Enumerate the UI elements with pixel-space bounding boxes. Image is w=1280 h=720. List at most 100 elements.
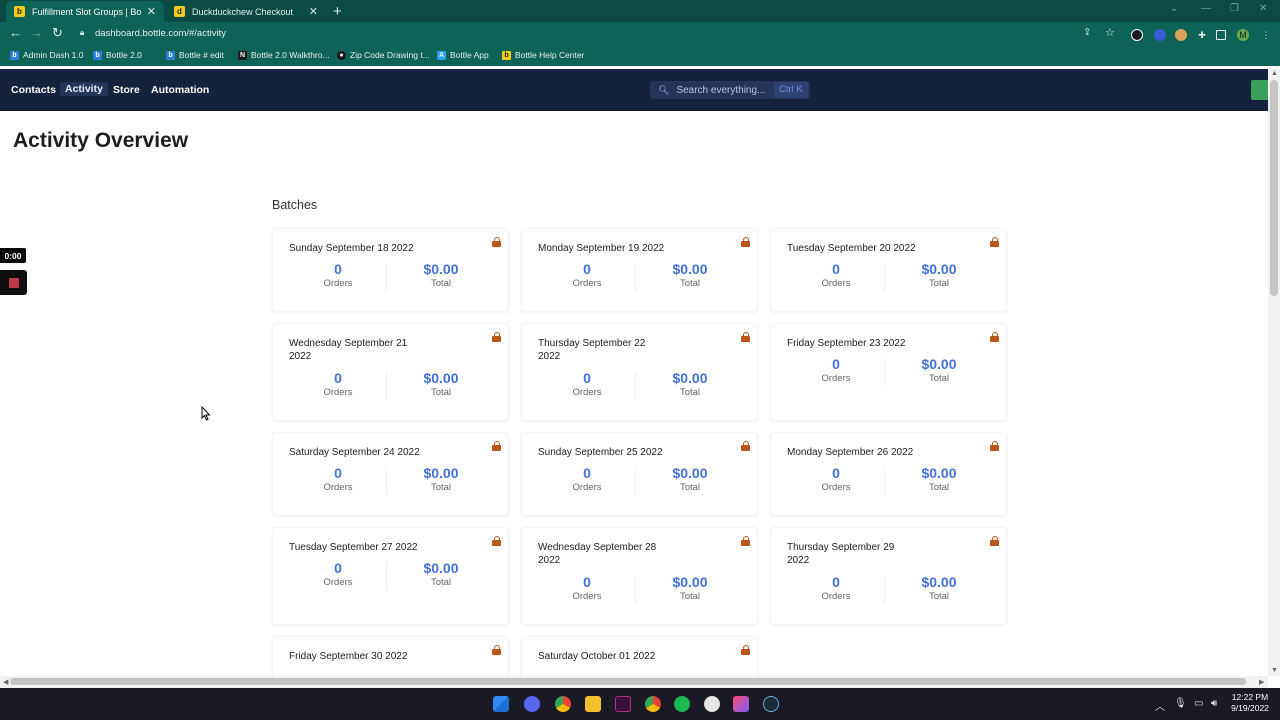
bookmark-item[interactable]: A Bottle App	[437, 50, 489, 60]
browser-tab-active[interactable]: b Fulfillment Slot Groups | Bottle D ✕	[6, 1, 164, 22]
nav-activity[interactable]: Activity	[60, 82, 108, 96]
bookmark-item[interactable]: ● Zip Code Drawing t...	[337, 50, 430, 60]
bookmark-icon: ●	[337, 50, 346, 60]
search-input[interactable]: 🔍︎ Search everything... Ctrl K	[650, 81, 810, 99]
batch-card[interactable]: Sunday September 25 2022 0 Orders $0.00 Tota…	[521, 432, 758, 516]
chrome-profile-icon[interactable]	[645, 696, 661, 712]
share-icon[interactable]: ⇪	[1083, 27, 1091, 38]
app-icon[interactable]	[615, 696, 631, 712]
bookmark-label: Admin Dash 1.0	[23, 50, 84, 60]
scroll-left-arrow-icon[interactable]: ◀	[3, 678, 8, 686]
total-amount: $0.00	[423, 261, 459, 277]
nav-store[interactable]: Store	[108, 83, 145, 97]
taskbar-clock[interactable]: 12:22 PM 9/19/2022	[1228, 692, 1272, 714]
batch-card[interactable]: Wednesday September 28 2022 0 Orders $0.00 T…	[521, 527, 758, 625]
extension-icon[interactable]	[1131, 29, 1143, 41]
batch-card[interactable]: Tuesday September 27 2022 0 Orders $0.00 Tot…	[272, 527, 509, 625]
spotify-icon[interactable]	[674, 696, 690, 712]
primary-action-button[interactable]	[1251, 80, 1268, 100]
tab-title: Duckduckchew Checkout	[192, 6, 294, 17]
bookmark-label: Bottle Help Center	[515, 50, 585, 60]
chrome-icon[interactable]	[555, 696, 571, 712]
orders-stat: 0 Orders	[537, 261, 637, 289]
bookmark-item[interactable]: b Bottle # edit	[166, 50, 224, 60]
orders-count: 0	[832, 465, 840, 481]
vertical-scroll-thumb[interactable]	[1270, 80, 1278, 296]
new-tab-icon[interactable]: +	[333, 3, 342, 20]
batch-card[interactable]: Saturday September 24 2022 0 Orders $0.00 To…	[272, 432, 509, 516]
orders-count: 0	[832, 356, 840, 372]
batch-card[interactable]: Thursday September 29 2022 0 Orders $0.00 To…	[770, 527, 1007, 625]
orders-label: Orders	[323, 278, 353, 289]
horizontal-scroll-thumb[interactable]	[10, 678, 1246, 685]
minimize-icon[interactable]: —	[1201, 3, 1211, 14]
lock-icon	[492, 332, 501, 342]
star-icon[interactable]: ☆	[1105, 26, 1115, 39]
batch-card[interactable]: Monday September 26 2022 0 Orders $0.00 Tota…	[770, 432, 1007, 516]
batch-date: Sunday September 18 2022	[289, 243, 414, 254]
browser-tab[interactable]: d Duckduckchew Checkout ✕	[166, 1, 326, 22]
orders-label: Orders	[821, 373, 851, 384]
extension-icon[interactable]	[1154, 29, 1166, 41]
discord-icon[interactable]	[524, 696, 540, 712]
stat-divider	[884, 467, 885, 495]
scroll-down-arrow-icon[interactable]: ▼	[1271, 667, 1278, 674]
bookmark-item[interactable]: b Bottle 2.0	[93, 50, 142, 60]
app-icon[interactable]	[733, 696, 749, 712]
batch-card[interactable]: Wednesday September 21 2022 0 Orders $0.00 T…	[272, 323, 509, 421]
forward-arrow-icon[interactable]: →	[30, 25, 43, 40]
batch-card[interactable]: Sunday September 18 2022 0 Orders $0.00 Tota…	[272, 228, 509, 312]
side-panel-icon[interactable]	[1216, 30, 1226, 40]
file-explorer-icon[interactable]	[585, 696, 601, 712]
total-amount: $0.00	[921, 465, 957, 481]
menu-kebab-icon[interactable]: ⋮	[1260, 29, 1272, 41]
batch-card[interactable]: Friday September 23 2022 0 Orders $0.00 Tota…	[770, 323, 1007, 421]
speaker-icon[interactable]: 🔊︎	[1211, 698, 1217, 709]
lock-icon[interactable]: 🔒︎	[80, 28, 87, 37]
nav-contacts[interactable]: Contacts	[6, 83, 61, 97]
bookmark-item[interactable]: N Bottle 2.0 Walkthro...	[238, 50, 330, 60]
puzzle-icon[interactable]: ✚	[1196, 29, 1208, 41]
scroll-right-arrow-icon[interactable]: ▶	[1259, 678, 1264, 686]
stat-divider	[635, 576, 636, 604]
scroll-up-arrow-icon[interactable]: ▲	[1271, 70, 1278, 77]
cookie-extension-icon[interactable]	[1175, 29, 1187, 41]
nav-automation[interactable]: Automation	[146, 83, 214, 97]
tray-chevron-up-icon[interactable]: ︿	[1155, 698, 1165, 713]
slack-icon[interactable]	[704, 696, 720, 712]
maximize-icon[interactable]: ❐	[1230, 3, 1239, 14]
total-amount: $0.00	[672, 465, 708, 481]
clock-time: 12:22 PM	[1231, 692, 1269, 702]
stop-recording-button[interactable]	[0, 270, 27, 295]
total-label: Total	[430, 482, 452, 493]
orders-stat: 0 Orders	[537, 370, 637, 398]
back-arrow-icon[interactable]: ←	[9, 25, 22, 40]
microphone-icon[interactable]: 🎙︎	[1174, 698, 1187, 709]
profile-avatar[interactable]: M	[1237, 29, 1249, 41]
notion-icon: N	[238, 50, 247, 60]
chevron-down-icon[interactable]: ⌄	[1170, 3, 1178, 14]
url-field[interactable]: dashboard.bottle.com/#/activity	[95, 28, 226, 39]
duck-favicon-icon: d	[174, 6, 185, 17]
total-amount: $0.00	[672, 370, 708, 386]
bottle-favicon-icon: b	[14, 6, 25, 17]
batch-date: Wednesday September 21 2022	[289, 338, 408, 362]
bookmark-item[interactable]: b Bottle Help Center	[502, 50, 584, 60]
reload-icon[interactable]: ↻	[52, 25, 63, 41]
total-amount: $0.00	[423, 560, 459, 576]
batch-card[interactable]: Tuesday September 20 2022 0 Orders $0.00 Tot…	[770, 228, 1007, 312]
close-window-icon[interactable]: ✕	[1259, 3, 1267, 14]
windows-start-icon[interactable]	[493, 696, 509, 712]
close-tab-icon[interactable]: ✕	[309, 5, 318, 18]
orders-count: 0	[583, 370, 591, 386]
close-tab-icon[interactable]: ✕	[147, 5, 156, 18]
batch-card[interactable]: Thursday September 22 2022 0 Orders $0.00 To…	[521, 323, 758, 421]
bookmark-item[interactable]: b Admin Dash 1.0	[10, 50, 83, 60]
total-stat: $0.00 Total	[391, 261, 491, 289]
total-label: Total	[928, 591, 950, 602]
display-icon[interactable]: ▭	[1194, 698, 1203, 709]
batch-date: Wednesday September 28 2022	[538, 542, 657, 566]
total-stat: $0.00 Total	[640, 574, 740, 602]
batch-card[interactable]: Monday September 19 2022 0 Orders $0.00 Tota…	[521, 228, 758, 312]
steam-icon[interactable]	[763, 696, 779, 712]
